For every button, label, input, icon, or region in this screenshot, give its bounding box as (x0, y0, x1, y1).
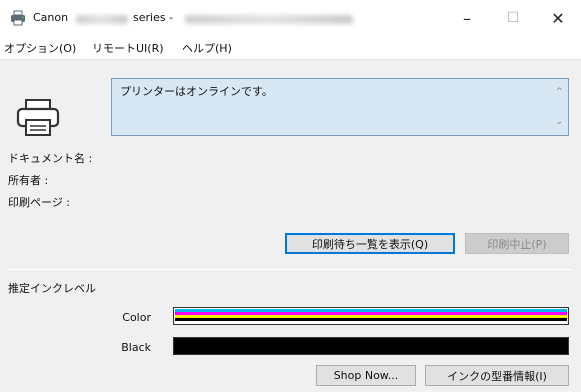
divider (8, 269, 573, 270)
redacted-host-name (185, 15, 353, 24)
ink-model-info-button[interactable]: インクの型番情報(I) (425, 365, 569, 386)
window-title-app: Canon (33, 11, 69, 24)
owner-label: 所有者 : (8, 174, 49, 187)
document-name-label: ドキュメント名 : (8, 152, 93, 165)
status-message: プリンターはオンラインです。 (120, 85, 273, 98)
printer-status-window: Canon series - – ☐ ✕ オプション(O) リモートUI(R) … (0, 0, 581, 392)
menu-bar: オプション(O) リモートUI(R) ヘルプ(H) (0, 36, 581, 60)
close-button[interactable]: ✕ (535, 0, 581, 36)
scroll-down-icon[interactable]: ⌄ (555, 117, 563, 127)
scroll-up-icon[interactable]: ^ (555, 87, 563, 97)
canon-printer-app-icon (11, 10, 25, 26)
minimize-icon: – (463, 8, 471, 28)
menu-help[interactable]: ヘルプ(H) (182, 40, 232, 56)
maximize-icon: ☐ (506, 10, 520, 26)
black-ink-label: Black (121, 341, 151, 354)
menu-options[interactable]: オプション(O) (4, 40, 76, 56)
show-print-queue-button[interactable]: 印刷待ち一覧を表示(Q) (285, 233, 455, 254)
shop-now-button[interactable]: Shop Now... (316, 365, 416, 386)
window-title-series: series - (133, 11, 174, 24)
black-stripe (175, 318, 567, 321)
maximize-button[interactable]: ☐ (490, 0, 536, 36)
black-ink-level-bar (173, 337, 569, 355)
menu-remote-ui[interactable]: リモートUI(R) (92, 40, 164, 56)
printing-page-label: 印刷ページ : (8, 196, 70, 209)
printer-icon (16, 99, 60, 136)
title-bar[interactable]: Canon series - – ☐ ✕ (0, 0, 581, 36)
color-ink-level-bar (173, 307, 569, 325)
estimated-ink-level-label: 推定インクレベル (8, 282, 96, 295)
status-message-box[interactable]: プリンターはオンラインです。 ^ ⌄ (111, 78, 569, 136)
color-ink-label: Color (122, 311, 151, 324)
close-icon: ✕ (551, 8, 565, 28)
cancel-printing-button[interactable]: 印刷中止(P) (465, 233, 569, 254)
minimize-button[interactable]: – (444, 0, 490, 36)
redacted-model-name (76, 15, 128, 24)
